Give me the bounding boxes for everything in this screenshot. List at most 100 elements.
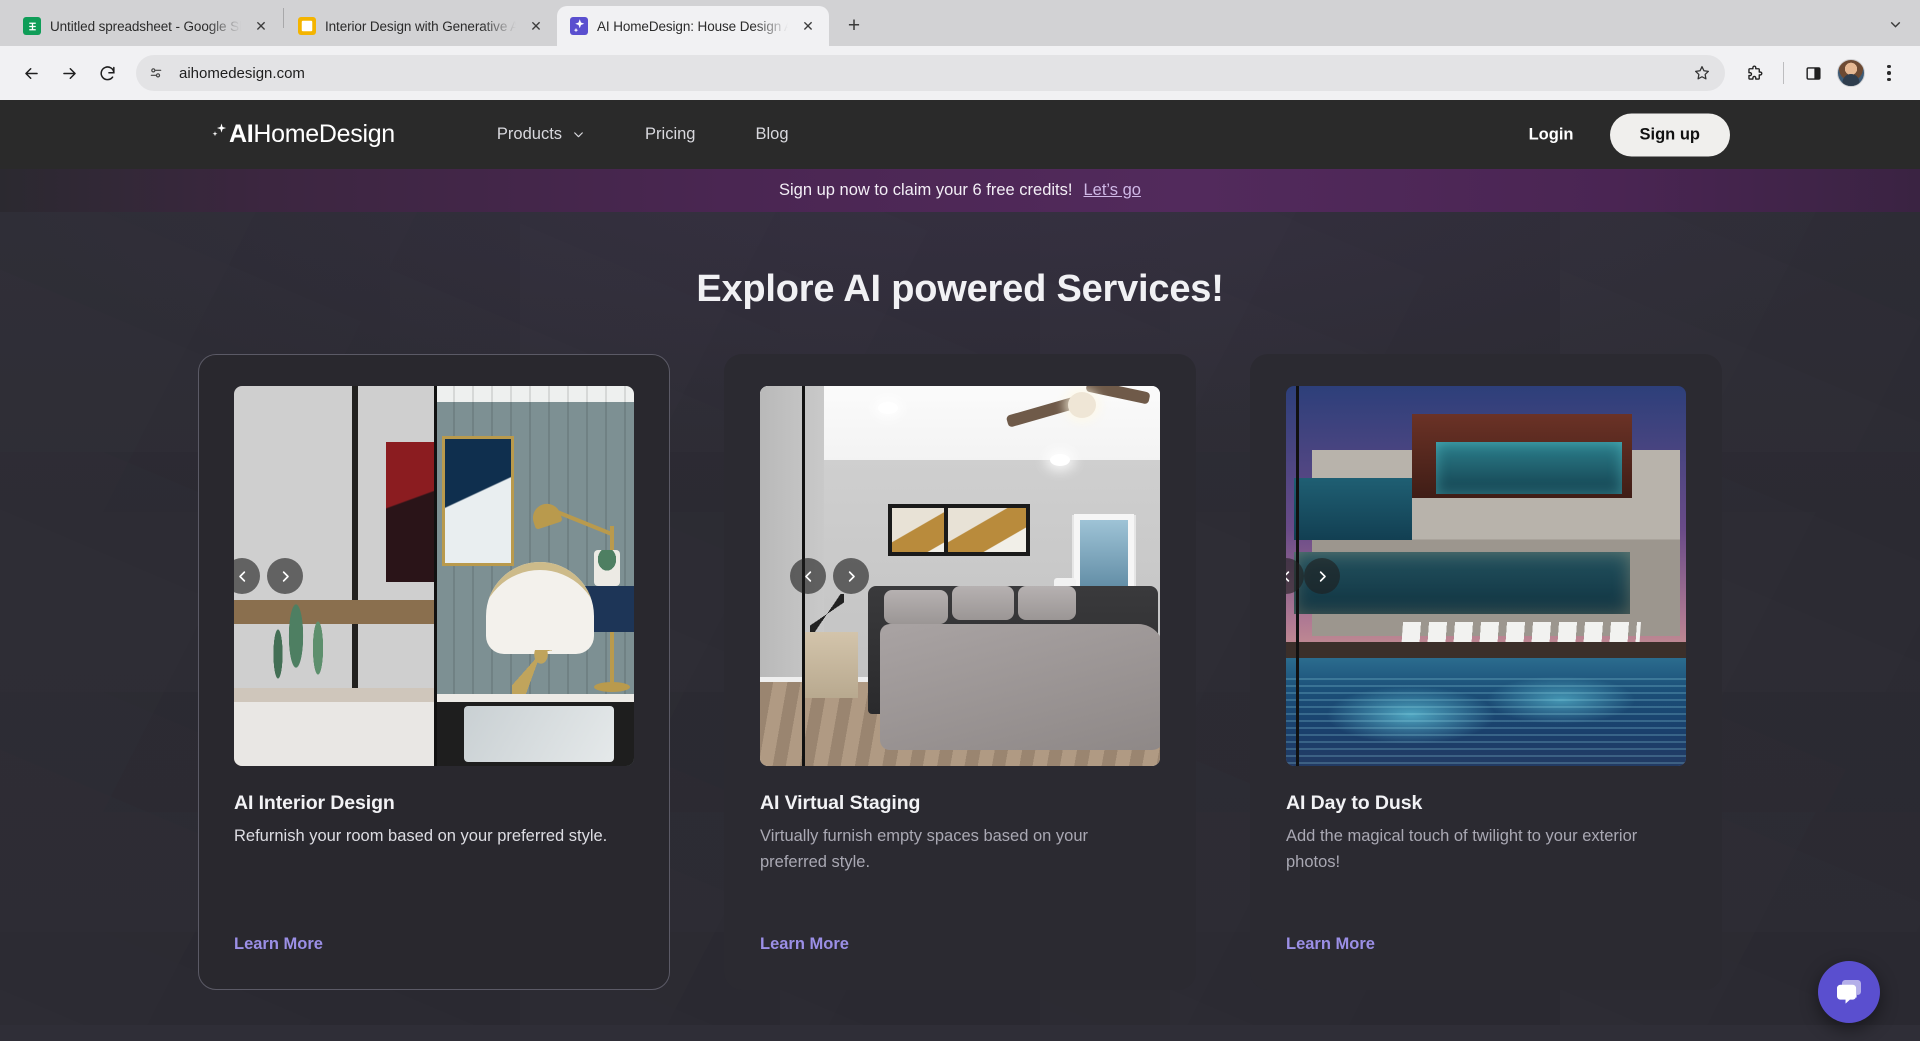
chevron-down-icon <box>572 128 585 141</box>
tab-title: Untitled spreadsheet - Google Sheets <box>50 19 241 34</box>
card-media-interior-before-after[interactable] <box>234 386 634 766</box>
learn-more-link[interactable]: Learn More <box>1286 935 1375 954</box>
ceiling-fan <box>1012 386 1142 424</box>
browser-tab-3[interactable]: AI HomeDesign: House Design AI ✕ <box>557 6 829 46</box>
promo-text: Sign up now to claim your 6 free credits… <box>779 181 1072 200</box>
close-icon[interactable]: ✕ <box>250 15 272 37</box>
nav-item-products[interactable]: Products <box>467 117 615 152</box>
nav-item-blog[interactable]: Blog <box>725 117 818 152</box>
nav-label: Blog <box>755 125 788 144</box>
reload-button[interactable] <box>90 56 124 90</box>
mid-glazing <box>1294 478 1412 540</box>
logo-text-bold: AI <box>229 120 253 148</box>
framed-art-right <box>944 504 1030 556</box>
carousel-prev-button[interactable] <box>790 558 826 594</box>
service-card-ai-virtual-staging[interactable]: AI Virtual Staging Virtually furnish emp… <box>724 354 1196 990</box>
tab-strip: Untitled spreadsheet - Google Sheets ✕ I… <box>0 0 1920 46</box>
chat-widget-button[interactable] <box>1818 961 1880 1023</box>
forward-button[interactable] <box>52 56 86 90</box>
kebab-menu-icon[interactable] <box>1872 58 1906 88</box>
learn-more-link[interactable]: Learn More <box>234 935 323 954</box>
page-viewport: AIHomeDesign Products Pricing Blog Login… <box>0 100 1920 1041</box>
learn-more-link[interactable]: Learn More <box>760 935 849 954</box>
desk-chair <box>486 562 594 654</box>
pillow <box>952 586 1014 620</box>
logo-text-rest: HomeDesign <box>253 120 395 148</box>
card-description: Virtually furnish empty spaces based on … <box>760 824 1150 875</box>
lamp-base <box>594 682 630 692</box>
card-description: Refurnish your room based on your prefer… <box>234 824 624 850</box>
comparison-split-handle[interactable] <box>434 386 437 766</box>
recessed-light <box>878 402 898 414</box>
extensions-icon[interactable] <box>1737 56 1771 90</box>
ai-homedesign-icon <box>570 17 588 35</box>
card-media-virtual-staging[interactable] <box>760 386 1160 766</box>
site-logo[interactable]: AIHomeDesign <box>212 120 395 149</box>
lamp-head <box>529 500 562 530</box>
carousel-next-button[interactable] <box>833 558 869 594</box>
nightstand <box>804 632 858 698</box>
services-card-grid: AI Interior Design Refurnish your room b… <box>0 354 1920 990</box>
browser-window: Untitled spreadsheet - Google Sheets ✕ I… <box>0 0 1920 1041</box>
pillow <box>884 590 948 624</box>
google-docs-icon <box>298 17 316 35</box>
tab-search-chevron-down-icon[interactable] <box>1878 7 1912 41</box>
profile-avatar[interactable] <box>1834 56 1868 90</box>
new-tab-button[interactable]: + <box>837 9 871 43</box>
back-button[interactable] <box>14 56 48 90</box>
close-icon[interactable]: ✕ <box>797 15 819 37</box>
card-media-day-to-dusk[interactable] <box>1286 386 1686 766</box>
promo-cta-link[interactable]: Let’s go <box>1083 181 1141 200</box>
promo-banner: Sign up now to claim your 6 free credits… <box>0 169 1920 212</box>
after-image <box>434 386 634 766</box>
site-header: AIHomeDesign Products Pricing Blog Login… <box>0 100 1920 169</box>
upper-glazing <box>1436 442 1622 494</box>
main-nav: Products Pricing Blog <box>467 117 819 152</box>
lower-glazing <box>1294 552 1630 614</box>
lamp-arm <box>552 508 613 536</box>
card-description: Add the magical touch of twilight to you… <box>1286 824 1676 875</box>
tab-title: Interior Design with Generative AI <box>325 19 516 34</box>
before-image <box>234 386 434 766</box>
avatar <box>1837 59 1865 87</box>
browser-toolbar: aihomedesign.com <box>0 46 1920 100</box>
address-bar[interactable]: aihomedesign.com <box>136 55 1725 91</box>
browser-tab-1[interactable]: Untitled spreadsheet - Google Sheets ✕ <box>10 6 282 46</box>
main-content: Explore AI powered Services! <box>0 212 1920 1041</box>
star-icon[interactable] <box>1687 58 1717 88</box>
chat-bubble-icon <box>1833 976 1865 1008</box>
side-panel-icon[interactable] <box>1796 56 1830 90</box>
recessed-light <box>1050 454 1070 466</box>
page-title: Explore AI powered Services! <box>0 212 1920 311</box>
google-sheets-icon <box>23 17 41 35</box>
dusk-exterior-image <box>1286 386 1686 766</box>
nav-label: Products <box>497 125 562 144</box>
duvet <box>880 624 1160 750</box>
url-text[interactable]: aihomedesign.com <box>170 65 1687 82</box>
water-ripples <box>1286 678 1686 766</box>
signup-button[interactable]: Sign up <box>1610 113 1731 156</box>
card-title: AI Virtual Staging <box>760 792 1160 815</box>
card-title: AI Day to Dusk <box>1286 792 1686 815</box>
service-card-ai-day-to-dusk[interactable]: AI Day to Dusk Add the magical touch of … <box>1250 354 1722 990</box>
tab-divider <box>283 8 284 28</box>
nav-item-pricing[interactable]: Pricing <box>615 117 725 152</box>
card-title: AI Interior Design <box>234 792 634 815</box>
service-card-ai-interior-design[interactable]: AI Interior Design Refurnish your room b… <box>198 354 670 990</box>
nav-label: Pricing <box>645 125 695 144</box>
sparkle-icon <box>212 122 230 148</box>
chair-base <box>512 650 570 694</box>
header-actions: Login Sign up <box>1517 113 1730 156</box>
close-icon[interactable]: ✕ <box>525 15 547 37</box>
table-lamp-stand <box>810 594 844 634</box>
wall-art <box>442 436 514 566</box>
next-section-peek <box>0 1025 1920 1041</box>
rug <box>464 706 614 762</box>
browser-tab-2[interactable]: Interior Design with Generative AI ✕ <box>285 6 557 46</box>
carousel-next-button[interactable] <box>1304 558 1340 594</box>
login-link[interactable]: Login <box>1517 117 1586 152</box>
toolbar-divider <box>1783 62 1784 84</box>
carousel-next-button[interactable] <box>267 558 303 594</box>
pillow <box>1018 586 1076 620</box>
page-info-icon[interactable] <box>142 59 170 87</box>
